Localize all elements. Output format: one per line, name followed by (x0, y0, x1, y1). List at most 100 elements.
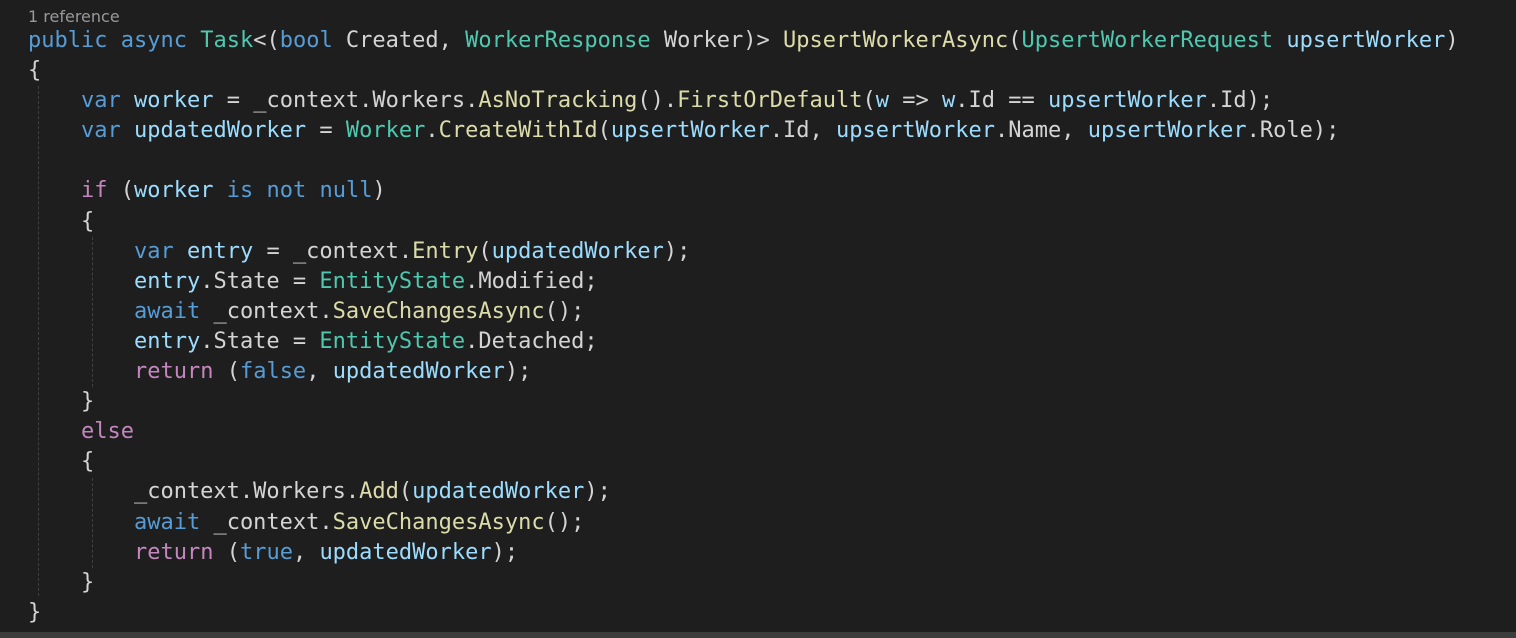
code-token: ( (1008, 28, 1022, 53)
code-token: var (80, 88, 121, 114)
code-token: { (28, 449, 95, 475)
code-token: .Detached; (465, 328, 598, 354)
code-line[interactable]: { (28, 207, 1459, 237)
code-token: } (28, 569, 95, 595)
code-line[interactable]: public async Task<(bool Created, WorkerR… (28, 26, 1459, 56)
code-token: updatedWorker (133, 118, 307, 144)
code-token: w (942, 88, 956, 114)
code-token: updatedWorker (319, 539, 492, 565)
code-line[interactable]: } (28, 598, 1459, 628)
code-token: .Name, (995, 118, 1088, 144)
code-token: { (28, 208, 95, 234)
code-token: upsertWorker (1087, 118, 1247, 144)
code-token: ); (663, 238, 691, 264)
code-token: updatedWorker (412, 479, 585, 505)
code-token: = (306, 118, 346, 144)
code-line[interactable]: _context.Workers.Add(updatedWorker); (28, 477, 1459, 507)
code-token: (). (637, 88, 678, 114)
code-line[interactable]: { (28, 56, 1459, 86)
code-token: { (28, 58, 42, 84)
code-token: , (292, 539, 320, 565)
code-token: UpsertWorkerRequest (1021, 28, 1274, 53)
code-token: (); (544, 509, 585, 535)
code-token: upsertWorker (610, 118, 770, 144)
code-editor[interactable]: 1 reference public async Task<(bool Crea… (0, 0, 1516, 632)
code-token: _context. (200, 298, 333, 324)
code-token: ( (398, 479, 413, 505)
code-token: true (239, 539, 293, 565)
code-token: (); (544, 298, 585, 324)
code-token: upsertWorker (1286, 28, 1446, 53)
code-token: _context. (200, 509, 333, 535)
code-token: bool (279, 28, 333, 53)
code-token: entry (133, 328, 201, 354)
code-token: ( (213, 359, 240, 385)
code-token: updatedWorker (332, 359, 505, 385)
code-token: false (239, 359, 307, 385)
code-line[interactable]: else (28, 417, 1459, 447)
code-token: ); (491, 539, 519, 565)
code-token: ); (584, 479, 611, 505)
code-line[interactable]: } (28, 568, 1459, 598)
code-token: Task (200, 28, 254, 53)
code-body[interactable]: public async Task<(bool Created, WorkerR… (28, 26, 1459, 628)
code-line[interactable]: entry.State = EntityState.Modified; (28, 267, 1459, 297)
code-token: .Id == (955, 88, 1048, 114)
code-token: entry (186, 238, 254, 264)
code-token: upsertWorker (836, 118, 995, 144)
code-token: UpsertWorkerAsync (783, 28, 1009, 53)
code-line[interactable]: var worker = _context.Workers.AsNoTracki… (28, 86, 1459, 116)
code-token: async (120, 28, 187, 53)
code-line[interactable] (28, 146, 1459, 176)
code-token: .State = (200, 328, 320, 354)
code-token: .Id); (1206, 88, 1274, 114)
code-line[interactable]: if (worker is not null) (28, 176, 1459, 206)
code-line[interactable]: return (false, updatedWorker); (28, 357, 1459, 387)
code-token: worker (133, 178, 214, 204)
code-line[interactable]: } (28, 387, 1459, 417)
code-token: WorkerResponse (465, 28, 651, 53)
code-token: await (133, 509, 201, 535)
code-token: var (133, 238, 174, 264)
code-token: Add (359, 479, 399, 505)
code-line[interactable]: return (true, updatedWorker); (28, 538, 1459, 568)
code-token: .Id, (769, 118, 837, 144)
code-line[interactable]: var entry = _context.Entry(updatedWorker… (28, 237, 1459, 267)
code-line[interactable]: await _context.SaveChangesAsync(); (28, 508, 1459, 538)
codelens-references[interactable]: 1 reference (28, 7, 120, 27)
code-token: => (889, 88, 942, 114)
code-token: Entry (412, 238, 479, 264)
code-token: not (266, 178, 307, 204)
code-line[interactable]: entry.State = EntityState.Detached; (28, 327, 1459, 357)
horizontal-scrollbar[interactable] (0, 632, 1516, 638)
code-token: CreateWithId (438, 118, 598, 144)
code-token: if (80, 178, 108, 204)
code-line[interactable]: var updatedWorker = Worker.CreateWithId(… (28, 116, 1459, 146)
code-token: else (80, 419, 134, 445)
code-token: updatedWorker (491, 238, 664, 264)
code-line[interactable]: { (28, 447, 1459, 477)
code-token: upsertWorker (1047, 88, 1207, 114)
code-token: ); (504, 359, 532, 385)
code-token: await (133, 298, 201, 324)
code-token: FirstOrDefault (677, 88, 863, 114)
code-token: ( (107, 178, 134, 204)
code-line[interactable]: await _context.SaveChangesAsync(); (28, 297, 1459, 327)
code-token: is (226, 178, 254, 204)
